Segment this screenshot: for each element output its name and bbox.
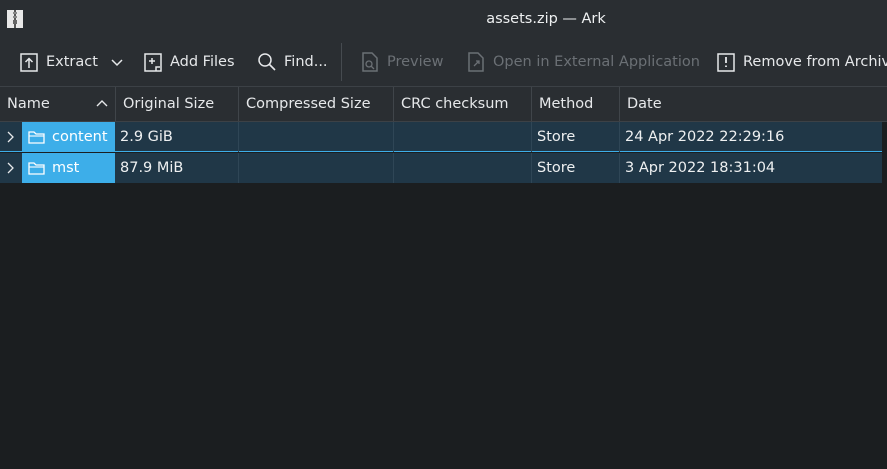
row-date: 3 Apr 2022 18:31:04	[625, 160, 776, 176]
preview-label: Preview	[387, 54, 444, 70]
row-compressed-size	[239, 122, 394, 152]
table-row[interactable]: mst 87.9 MiB Store 3 Apr 2022 18:31:04	[0, 153, 882, 183]
row-method: Store	[532, 153, 620, 183]
expand-chevron-icon[interactable]	[6, 131, 14, 143]
column-compressed-size-label: Compressed Size	[246, 96, 371, 112]
extract-icon	[20, 53, 38, 72]
row-original-size: 2.9 GiB	[115, 122, 239, 152]
row-original-size: 87.9 MiB	[115, 153, 239, 183]
row-method: Store	[532, 122, 620, 152]
column-name[interactable]: Name	[0, 87, 116, 121]
table-row[interactable]: content 2.9 GiB Store 24 Apr 2022 22:29:…	[0, 122, 882, 152]
extract-button[interactable]: Extract	[18, 38, 98, 86]
remove-button[interactable]: Remove from Archive	[715, 38, 887, 86]
column-method-label: Method	[539, 96, 594, 112]
title-bar[interactable]: assets.zip — Ark	[0, 0, 887, 38]
column-original-size-label: Original Size	[123, 96, 215, 112]
chevron-down-icon	[111, 59, 123, 67]
row-name-cell[interactable]: content	[22, 122, 115, 152]
open-external-label: Open in External Application	[493, 54, 700, 70]
extract-menu-button[interactable]	[110, 38, 124, 86]
row-crc	[394, 122, 532, 152]
window-title: assets.zip — Ark	[486, 11, 606, 27]
add-files-label: Add Files	[170, 54, 235, 70]
folder-icon	[28, 162, 45, 175]
find-button[interactable]: Find...	[256, 38, 328, 86]
expand-chevron-icon[interactable]	[6, 162, 14, 174]
column-original-size[interactable]: Original Size	[116, 87, 239, 121]
row-name-cell[interactable]: mst	[22, 153, 115, 183]
find-label: Find...	[284, 54, 328, 70]
remove-icon	[717, 53, 735, 72]
row-date: 24 Apr 2022 22:29:16	[625, 129, 785, 145]
extract-label: Extract	[46, 54, 98, 70]
add-files-button[interactable]: Add Files	[142, 38, 235, 86]
main-toolbar: Extract Add Files Find... Preview Open i…	[0, 38, 887, 87]
add-files-icon	[144, 53, 162, 72]
remove-label: Remove from Archive	[743, 54, 887, 70]
sort-ascending-icon	[96, 100, 108, 107]
search-icon	[258, 53, 276, 71]
column-date-label: Date	[627, 96, 662, 112]
toolbar-separator	[341, 43, 342, 81]
row-name: mst	[52, 160, 80, 176]
column-header: Name Original Size Compressed Size CRC c…	[0, 87, 887, 122]
row-compressed-size	[239, 153, 394, 183]
column-method[interactable]: Method	[532, 87, 620, 121]
preview-button[interactable]: Preview	[359, 38, 443, 86]
column-crc-label: CRC checksum	[401, 96, 509, 112]
preview-icon	[362, 52, 378, 72]
column-crc[interactable]: CRC checksum	[394, 87, 532, 121]
column-compressed-size[interactable]: Compressed Size	[239, 87, 394, 121]
column-name-label: Name	[7, 96, 50, 112]
row-crc	[394, 153, 532, 183]
folder-icon	[28, 131, 45, 144]
column-date[interactable]: Date	[620, 87, 887, 121]
row-name: content	[52, 129, 108, 145]
open-external-icon	[468, 52, 484, 72]
open-external-button[interactable]: Open in External Application	[465, 38, 700, 86]
